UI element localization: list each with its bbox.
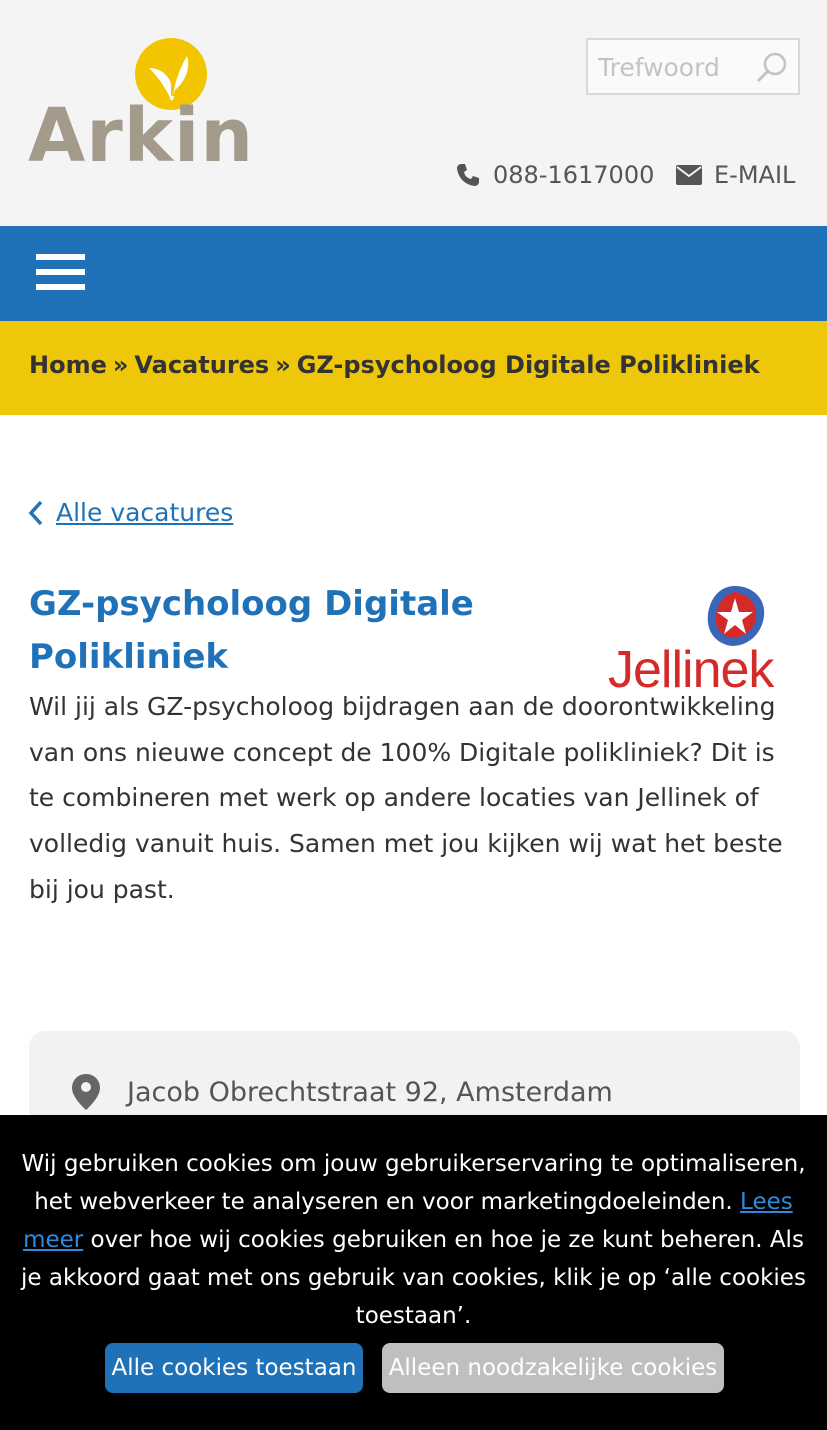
email-label: E-MAIL [714, 161, 796, 189]
email-link[interactable]: E-MAIL [676, 158, 795, 192]
breadcrumb-separator: » [275, 351, 291, 379]
back-link[interactable]: Alle vacatures [56, 498, 233, 527]
title-line-2: Polikliniek [29, 637, 229, 677]
chevron-left-icon [28, 500, 43, 525]
cookie-message: Wij gebruiken cookies om jouw gebruikers… [18, 1145, 809, 1335]
job-intro: Wil jij als GZ-psycholoog bijdragen aan … [29, 692, 783, 904]
cookie-text-part-1: Wij gebruiken cookies om jouw gebruikers… [21, 1151, 806, 1215]
accept-all-cookies-button[interactable]: Alle cookies toestaan [105, 1343, 363, 1393]
main-navbar [0, 226, 827, 321]
search-box[interactable] [586, 38, 800, 95]
phone-icon [457, 164, 479, 186]
breadcrumb-bar: Home» Vacatures» GZ-psycholoog Digitale Po… [0, 321, 827, 415]
cookie-banner: Wij gebruiken cookies om jouw gebruikers… [0, 1115, 827, 1430]
search-input[interactable] [598, 48, 748, 86]
breadcrumb-separator: » [112, 351, 129, 379]
search-icon[interactable] [754, 50, 790, 86]
breadcrumb-current: GZ-psycholoog Digitale Polikliniek [296, 351, 760, 379]
page-title: GZ-psycholoog Digitale Polikliniek [29, 578, 549, 684]
logo-wordmark: Arkin [28, 93, 255, 179]
breadcrumb-home[interactable]: Home [29, 351, 107, 379]
location-pin-icon [72, 1074, 100, 1110]
envelope-icon [676, 165, 702, 185]
breadcrumb-vacatures[interactable]: Vacatures [134, 351, 269, 379]
job-address: Jacob Obrechtstraat 92, Amsterdam [127, 1077, 613, 1108]
site-header: Arkin 088-1617000 E-MAIL [0, 0, 827, 226]
breadcrumb: Home» Vacatures» GZ-psycholoog Digitale Po… [29, 351, 760, 379]
menu-icon[interactable] [36, 254, 86, 294]
phone-link[interactable]: 088-1617000 [455, 158, 654, 192]
arkin-logo[interactable]: Arkin [28, 36, 253, 176]
necessary-cookies-button[interactable]: Alleen noodzakelijke cookies [382, 1343, 724, 1393]
title-line-1: GZ-psycholoog Digitale [29, 584, 474, 624]
cookie-text-part-2: over hoe wij cookies gebruiken en hoe je… [21, 1227, 806, 1329]
phone-number: 088-1617000 [493, 161, 655, 189]
back-to-vacancies[interactable]: Alle vacatures [28, 498, 233, 527]
